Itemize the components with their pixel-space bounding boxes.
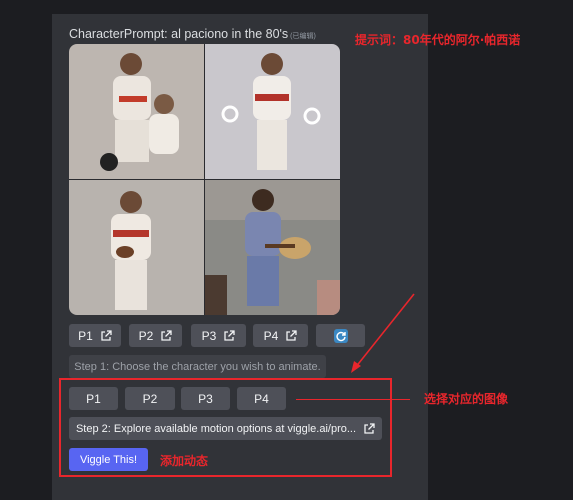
button-label: P1 [78, 328, 93, 343]
edited-label: (已编辑) [290, 33, 316, 40]
external-link-icon [224, 329, 235, 341]
prompt-annotation: 提示词：80年代的阿尔·帕西诺 [355, 33, 521, 47]
image-grid [69, 44, 340, 315]
button-label: P2 [138, 328, 154, 343]
step1-choose-character: Step 1: Choose the character you wish to… [69, 355, 326, 378]
step2-motion-options-link[interactable]: Step 2: Explore available motion options… [69, 417, 382, 440]
p3-upscale-button[interactable]: P3 [191, 324, 246, 347]
select-annotation: 选择对应的图像 [424, 392, 509, 406]
p4-select-button[interactable]: P4 [237, 387, 286, 410]
refresh-button[interactable] [316, 324, 365, 347]
button-label: P3 [201, 328, 217, 343]
image-tile-4[interactable] [205, 180, 340, 315]
baseball-player-image [69, 44, 204, 179]
button-label: P4 [263, 328, 279, 343]
baseball-player-image [205, 44, 340, 179]
image-tile-3[interactable] [69, 180, 204, 315]
p1-select-button[interactable]: P1 [69, 387, 118, 410]
p2-select-button[interactable]: P2 [125, 387, 175, 410]
animate-annotation: 添加动态 [160, 454, 209, 468]
message-title: CharacterPrompt: al paciono in the 80's(… [69, 27, 316, 41]
external-link-icon [286, 329, 297, 341]
p2-upscale-button[interactable]: P2 [129, 324, 182, 347]
annotation-line [296, 399, 410, 400]
image-tile-1[interactable] [69, 44, 204, 179]
guitar-player-image [205, 180, 340, 315]
prompt-text: CharacterPrompt: al paciono in the 80's [69, 27, 289, 41]
p3-select-button[interactable]: P3 [181, 387, 230, 410]
baseball-player-image [69, 180, 204, 315]
refresh-icon [333, 328, 348, 343]
image-tile-2[interactable] [205, 44, 340, 179]
button-label: Step 2: Explore available motion options… [75, 422, 357, 435]
external-link-icon [364, 422, 375, 434]
viggle-this-button[interactable]: Viggle This! [69, 448, 148, 471]
external-link-icon [101, 329, 112, 341]
p4-upscale-button[interactable]: P4 [253, 324, 308, 347]
p1-upscale-button[interactable]: P1 [69, 324, 121, 347]
external-link-icon [161, 329, 172, 341]
